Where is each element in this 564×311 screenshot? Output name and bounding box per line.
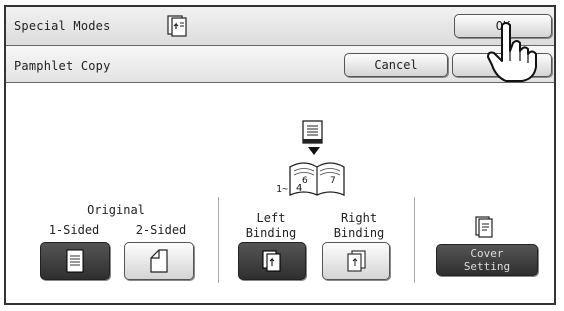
one-sided-button[interactable]: [40, 242, 110, 280]
left-binding-label: Left Binding: [245, 211, 297, 240]
right-binding-button[interactable]: [322, 242, 390, 280]
hand-pointer-icon: [484, 21, 544, 85]
page-title: Special Modes: [14, 19, 111, 33]
cover-icon: [474, 215, 494, 239]
svg-text:6: 6: [302, 176, 308, 186]
page-folded-icon: [148, 248, 170, 274]
two-sided-label: 2-Sided: [135, 223, 187, 237]
copy-mode-icon: [166, 15, 188, 37]
cover-setting-button[interactable]: Cover Setting: [436, 244, 538, 276]
page-single-icon: [64, 248, 86, 274]
mode-title: Pamphlet Copy: [14, 59, 111, 73]
special-modes-panel: Special Modes OK Pamphlet Copy Cancel: [4, 5, 556, 305]
divider-left: [218, 197, 219, 283]
left-binding-icon: [261, 249, 283, 273]
right-binding-icon: [345, 249, 367, 273]
cancel-button[interactable]: Cancel: [344, 53, 448, 77]
original-label: Original: [87, 203, 145, 217]
right-binding-label: Right Binding: [333, 211, 385, 240]
divider-right: [414, 197, 415, 283]
left-binding-button[interactable]: [238, 242, 306, 280]
svg-text:7: 7: [330, 176, 336, 186]
arrow-down-icon: [308, 147, 320, 155]
one-sided-label: 1-Sided: [48, 223, 100, 237]
document-icon: [300, 119, 326, 145]
two-sided-button[interactable]: [124, 242, 194, 280]
open-book-icon: 4 6 7: [286, 157, 348, 199]
header-bar: Special Modes OK: [6, 7, 554, 46]
subheader-bar: Pamphlet Copy Cancel: [6, 46, 554, 83]
